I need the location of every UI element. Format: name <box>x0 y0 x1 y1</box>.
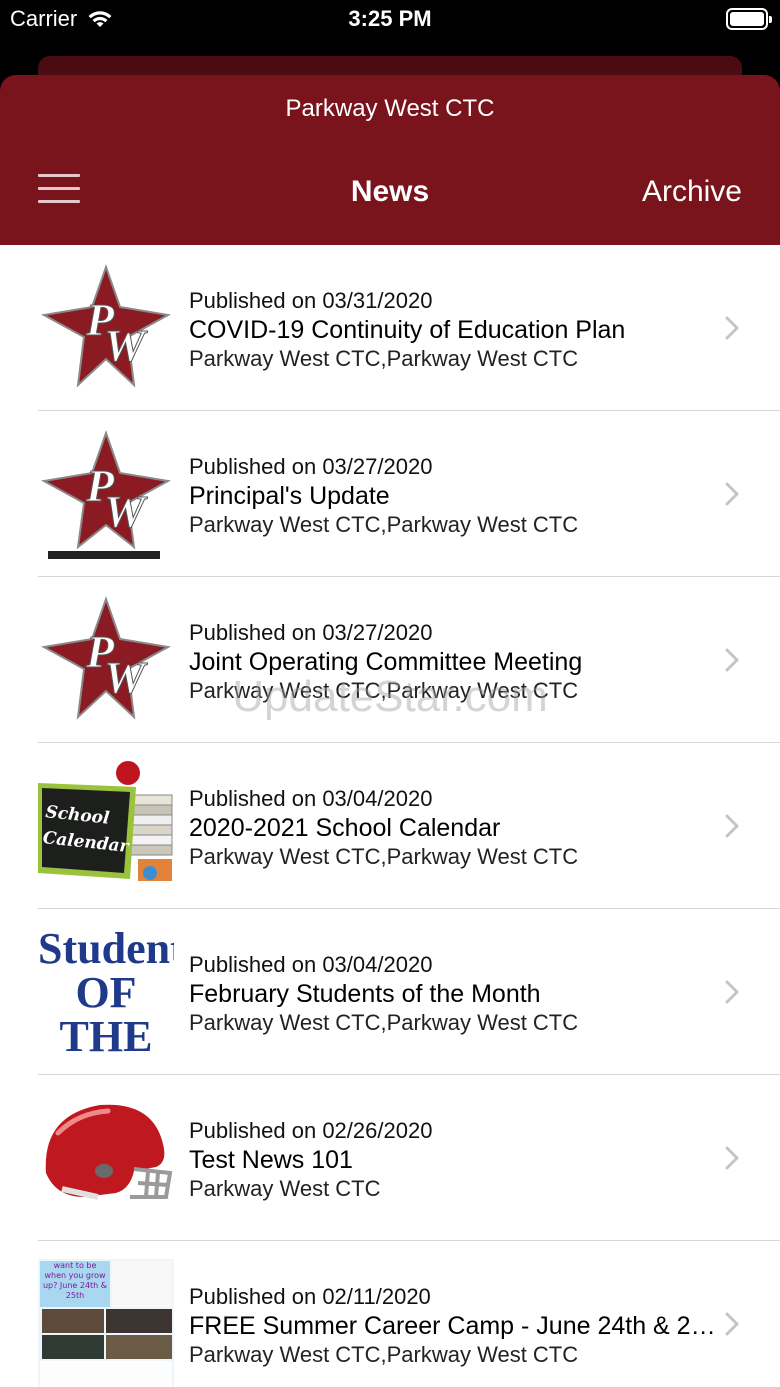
news-title: 2020-2021 School Calendar <box>189 814 501 842</box>
archive-button[interactable]: Archive <box>642 175 742 209</box>
news-date: Published on 03/27/2020 <box>189 620 433 645</box>
news-author: Parkway West CTC,Parkway West CTC <box>189 1342 579 1367</box>
news-title: FREE Summer Career Camp - June 24th & 25… <box>189 1312 719 1340</box>
students-thumb-label: Students OF THE MONTH <box>38 927 174 1057</box>
svg-text:W: W <box>104 486 148 537</box>
pw-logo-thumbnail: P W <box>38 263 174 393</box>
chevron-right-icon <box>725 1312 739 1336</box>
camp-flyer-thumbnail: want to be when you grow up? June 24th &… <box>38 1259 174 1387</box>
battery-icon <box>726 8 772 30</box>
news-date: Published on 03/04/2020 <box>189 952 433 977</box>
news-title: Principal's Update <box>189 482 390 510</box>
news-date: Published on 03/04/2020 <box>189 786 433 811</box>
news-date: Published on 02/11/2020 <box>189 1284 431 1309</box>
calendar-thumb-label: School Calendar <box>41 802 130 857</box>
chevron-right-icon <box>725 482 739 506</box>
news-item[interactable]: want to be when you grow up? June 24th &… <box>0 1241 780 1387</box>
svg-text:W: W <box>104 320 148 371</box>
news-author: Parkway West CTC,Parkway West CTC <box>189 512 579 537</box>
chevron-right-icon <box>725 1146 739 1170</box>
news-author: Parkway West CTC <box>189 1176 381 1201</box>
football-helmet-thumbnail <box>38 1093 174 1223</box>
news-title: COVID-19 Continuity of Education Plan <box>189 316 626 344</box>
clock: 3:25 PM <box>348 6 432 31</box>
news-title: February Students of the Month <box>189 980 541 1008</box>
news-title: Joint Operating Committee Meeting <box>189 648 583 676</box>
status-bar: Carrier 3:25 PM <box>0 0 780 40</box>
news-date: Published on 03/27/2020 <box>189 454 433 479</box>
chevron-right-icon <box>725 980 739 1004</box>
pw-logo-image: P W <box>38 429 174 559</box>
news-author: Parkway West CTC,Parkway West CTC <box>189 678 579 703</box>
news-title: Test News 101 <box>189 1146 353 1174</box>
news-date: Published on 02/26/2020 <box>189 1118 433 1143</box>
news-author: Parkway West CTC,Parkway West CTC <box>189 346 579 371</box>
pw-logo-thumbnail: P W <box>38 595 174 725</box>
news-author: Parkway West CTC,Parkway West CTC <box>189 844 579 869</box>
news-date: Published on 03/31/2020 <box>189 288 433 313</box>
chevron-right-icon <box>725 814 739 838</box>
pw-logo-image: P W <box>38 263 174 393</box>
nav-header: Parkway West CTC News Archive <box>0 75 780 245</box>
chevron-right-icon <box>725 316 739 340</box>
news-author: Parkway West CTC,Parkway West CTC <box>189 1010 579 1035</box>
flyer-thumb-label: want to be when you grow up? June 24th &… <box>42 1261 108 1300</box>
school-name: Parkway West CTC <box>285 95 495 122</box>
news-item[interactable]: Students OF THE MONTH Published on 03/04… <box>0 909 780 1075</box>
chevron-right-icon <box>725 648 739 672</box>
news-item[interactable]: P W Published on 03/31/2020 COVID-19 Con… <box>0 245 780 411</box>
students-of-month-thumbnail: Students OF THE MONTH <box>38 927 174 1057</box>
pw-logo-thumbnail: P W <box>38 429 174 559</box>
news-item[interactable]: Published on 02/26/2020 Test News 101 Pa… <box>0 1075 780 1241</box>
news-list[interactable]: P W Published on 03/31/2020 COVID-19 Con… <box>0 245 780 1387</box>
news-item[interactable]: P W Published on 03/27/2020 Principal's … <box>0 411 780 577</box>
news-item[interactable]: School Calendar Published on 03/04/2020 … <box>0 743 780 909</box>
pw-logo-image: P W <box>38 595 174 725</box>
news-item[interactable]: P W Published on 03/27/2020 Joint Operat… <box>0 577 780 743</box>
svg-text:W: W <box>104 652 148 703</box>
school-calendar-thumbnail: School Calendar <box>38 761 174 891</box>
football-helmet-image <box>38 1093 174 1223</box>
